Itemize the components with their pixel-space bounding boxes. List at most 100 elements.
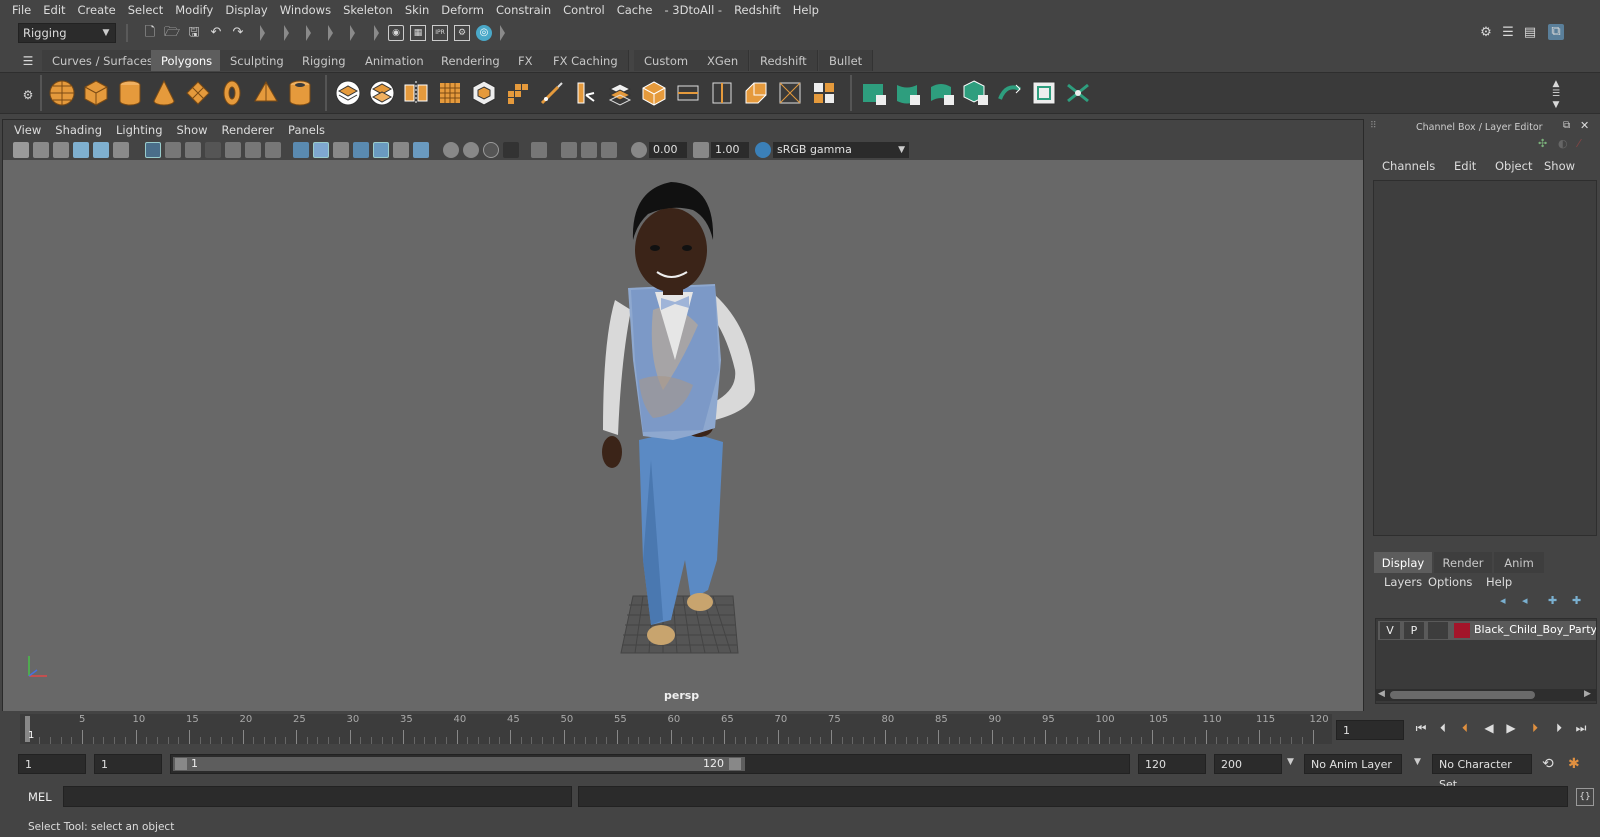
workspace-icon[interactable]: ⚙: [1478, 25, 1494, 41]
play-forwards-icon[interactable]: ▶: [1503, 720, 1519, 736]
object-menu[interactable]: Object: [1495, 159, 1532, 173]
safe-title-icon[interactable]: [265, 142, 281, 158]
close-icon[interactable]: ✕: [1580, 119, 1589, 132]
bookmark-icon[interactable]: [53, 142, 69, 158]
poly-plane-icon[interactable]: [184, 79, 212, 107]
scroll-left-icon[interactable]: ◀: [1378, 689, 1385, 699]
tab-display[interactable]: Display: [1374, 552, 1432, 573]
character-set-dropdown[interactable]: No Character Set: [1432, 754, 1532, 791]
chevron-down-icon[interactable]: ▼: [1414, 757, 1421, 767]
bridge-icon[interactable]: [674, 79, 702, 107]
current-frame-field[interactable]: 1: [1336, 720, 1404, 740]
screen-space-ao-icon[interactable]: [443, 142, 459, 158]
menu-display[interactable]: Display: [219, 3, 273, 17]
shelf-menu-icon[interactable]: ☰: [20, 53, 36, 69]
2d-pan-zoom-icon[interactable]: [93, 142, 109, 158]
reduce-icon[interactable]: [470, 79, 498, 107]
menu-redshift[interactable]: Redshift: [728, 3, 787, 17]
time-slider-track[interactable]: 1 5 10 15 20 25 30 35 40 45 50 55 60 65 70 75 80 85 90 95 1…: [20, 714, 1332, 744]
collapse-arrow-icon[interactable]: [306, 25, 311, 41]
menu-control[interactable]: Control: [557, 3, 611, 17]
grid-icon[interactable]: [145, 142, 161, 158]
step-back-frame-icon[interactable]: ⏴: [1435, 720, 1451, 736]
options-menu[interactable]: Options: [1428, 575, 1472, 589]
scroll-right-icon[interactable]: ▶: [1584, 689, 1591, 699]
tab-custom[interactable]: Custom: [634, 50, 700, 71]
layer-scrollbar[interactable]: ◀ ▶: [1376, 689, 1596, 701]
float-panel-icon[interactable]: ⧉: [1563, 120, 1570, 131]
poke-icon[interactable]: [776, 79, 804, 107]
menu-file[interactable]: File: [6, 3, 37, 17]
resolution-gate-icon[interactable]: [185, 142, 201, 158]
menu-select[interactable]: Select: [122, 3, 169, 17]
tab-fx[interactable]: FX: [508, 50, 544, 71]
default-material-icon[interactable]: [333, 142, 349, 158]
panel-menu-view[interactable]: View: [7, 123, 48, 137]
shelf-scroll-down-icon[interactable]: ▼: [1548, 97, 1564, 113]
hyperbolic-icon[interactable]: ⁄: [1578, 137, 1580, 150]
poly-sphere-icon[interactable]: [48, 79, 76, 107]
layer-display-type-toggle[interactable]: [1428, 622, 1448, 639]
anti-aliasing-icon[interactable]: [483, 142, 499, 158]
step-back-key-icon[interactable]: ⏴: [1457, 720, 1473, 736]
script-editor-icon[interactable]: {}: [1576, 788, 1594, 806]
menu-skeleton[interactable]: Skeleton: [337, 3, 399, 17]
start-time-field[interactable]: 1: [18, 754, 86, 774]
collapse-arrow-icon[interactable]: [328, 25, 333, 41]
drag-handle-icon[interactable]: ⠿: [1370, 121, 1377, 131]
layer-row[interactable]: V P Black_Child_Boy_Party_St: [1378, 621, 1596, 640]
collapse-arrow-icon[interactable]: [350, 25, 355, 41]
panel-menu-shading[interactable]: Shading: [48, 123, 109, 137]
layer-name[interactable]: Black_Child_Boy_Party_St: [1474, 623, 1596, 636]
go-to-start-icon[interactable]: ⏮: [1413, 720, 1429, 736]
textured-icon[interactable]: [373, 142, 389, 158]
collapse-arrow-icon[interactable]: [260, 25, 265, 41]
render-frame-icon[interactable]: ▦: [410, 25, 426, 41]
collapse-arrow-icon[interactable]: [500, 25, 505, 41]
manipulator-icon[interactable]: ✣: [1538, 137, 1547, 150]
new-layer-selected-icon[interactable]: ✚: [1572, 594, 1581, 607]
combine-icon[interactable]: [334, 79, 362, 107]
bevel-icon[interactable]: [640, 79, 668, 107]
menu-constrain[interactable]: Constrain: [490, 3, 557, 17]
layer-color-swatch[interactable]: [1454, 623, 1470, 638]
chevron-down-icon[interactable]: ▼: [1287, 757, 1294, 767]
menu-help[interactable]: Help: [787, 3, 825, 17]
uv-editor-icon[interactable]: [1030, 79, 1058, 107]
xray-joints-icon[interactable]: [601, 142, 617, 158]
xray-active-icon[interactable]: [581, 142, 597, 158]
panel-menu-show[interactable]: Show: [170, 123, 215, 137]
grease-pencil-icon[interactable]: [113, 142, 129, 158]
gear-icon[interactable]: ⚙: [20, 87, 36, 103]
hypershade-icon[interactable]: ◎: [476, 25, 492, 41]
wireframe-on-shaded-icon[interactable]: [353, 142, 369, 158]
show-menu[interactable]: Show: [1544, 159, 1575, 173]
mirror-icon[interactable]: [402, 79, 430, 107]
move-layer-down-icon[interactable]: ◂: [1522, 594, 1528, 607]
save-scene-icon[interactable]: 🖫: [186, 25, 202, 41]
spherical-map-icon[interactable]: [928, 79, 956, 107]
playback-end-field[interactable]: 120: [1138, 754, 1206, 774]
layer-visibility-toggle[interactable]: V: [1380, 622, 1400, 639]
step-forward-key-icon[interactable]: ⏵: [1527, 720, 1543, 736]
tab-rendering[interactable]: Rendering: [431, 50, 511, 71]
wedge-icon[interactable]: [810, 79, 838, 107]
tab-rigging[interactable]: Rigging: [292, 50, 357, 71]
tab-redshift[interactable]: Redshift: [750, 50, 818, 71]
channel-box-list[interactable]: [1373, 180, 1597, 536]
end-time-field[interactable]: 200: [1214, 754, 1282, 774]
image-plane-icon[interactable]: [73, 142, 89, 158]
menu-skin[interactable]: Skin: [399, 3, 435, 17]
collapse-arrow-icon[interactable]: [374, 25, 379, 41]
automatic-map-icon[interactable]: [962, 79, 990, 107]
extrude-icon[interactable]: [606, 79, 634, 107]
play-backwards-icon[interactable]: ◀: [1481, 720, 1497, 736]
range-slider-bar[interactable]: 1 120: [170, 754, 1130, 774]
scrollbar-thumb[interactable]: [1390, 691, 1535, 699]
new-layer-icon[interactable]: ✚: [1548, 594, 1557, 607]
tab-bullet[interactable]: Bullet: [819, 50, 874, 71]
film-gate-icon[interactable]: [165, 142, 181, 158]
edit-menu[interactable]: Edit: [1454, 159, 1476, 173]
panel-menu-panels[interactable]: Panels: [281, 123, 332, 137]
tab-animation[interactable]: Animation: [355, 50, 435, 71]
